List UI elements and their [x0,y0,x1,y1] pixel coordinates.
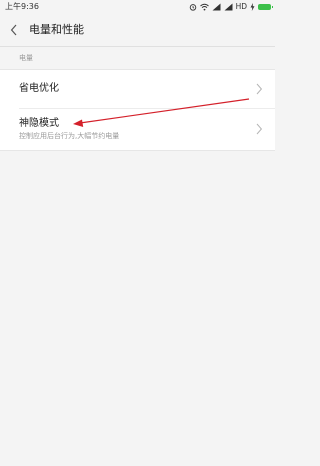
status-bar: 上午9:36 HD [0,0,275,14]
back-button[interactable] [4,18,24,42]
settings-group: 省电优化 神隐模式 控制应用后台行为,大幅节约电量 [0,69,275,151]
wifi-icon [199,3,209,11]
battery-icon [258,4,273,10]
signal-icon [212,3,221,11]
setting-item-title: 神隐模式 [19,118,59,129]
charging-icon [250,3,255,11]
screen: 上午9:36 HD 电量和性能 电量 省电优化 神隐模式 控制应用后台行为,大幅… [0,0,275,466]
signal-icon [224,3,233,11]
setting-item-hidden-mode[interactable]: 神隐模式 控制应用后台行为,大幅节约电量 [0,109,275,150]
header: 电量和性能 [0,14,275,46]
page-title: 电量和性能 [29,23,84,36]
chevron-right-icon [256,83,263,95]
status-time: 上午9:36 [5,2,39,11]
status-icons: HD [189,1,273,13]
setting-item-power-optimization[interactable]: 省电优化 [0,70,275,108]
setting-item-subtitle: 控制应用后台行为,大幅节约电量 [19,132,120,140]
alarm-icon [189,4,196,11]
setting-item-title: 省电优化 [19,83,59,94]
network-label: HD [235,2,247,11]
chevron-left-icon [10,24,17,36]
header-divider [0,46,275,47]
section-label: 电量 [19,54,33,62]
chevron-right-icon [256,123,263,135]
